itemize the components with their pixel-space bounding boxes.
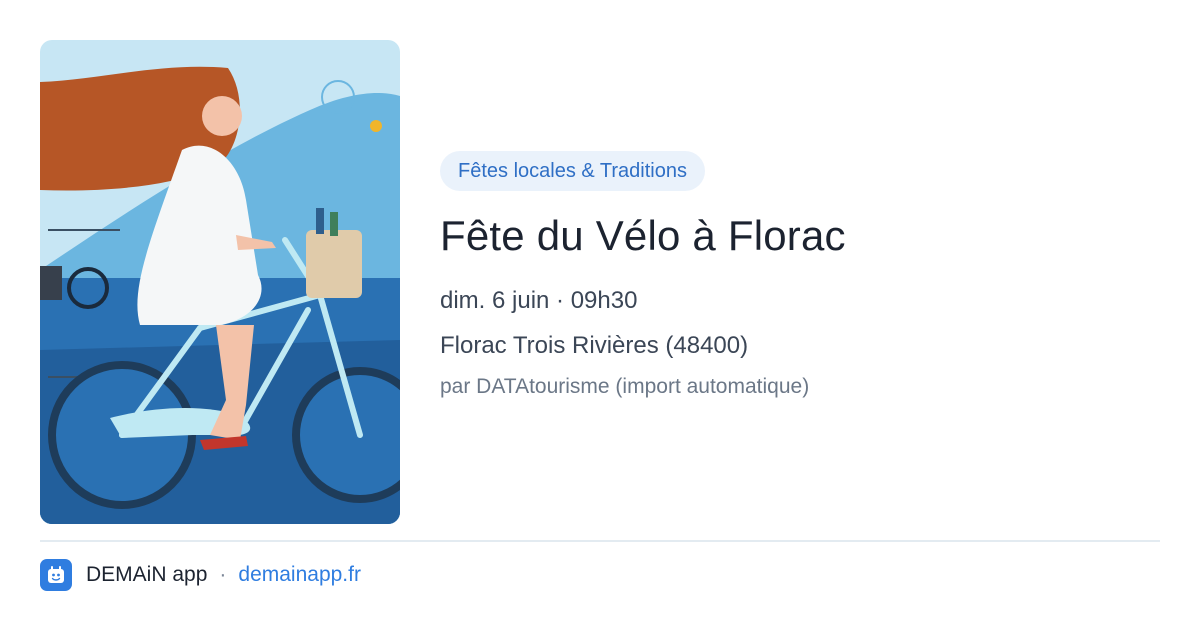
category-badge[interactable]: Fêtes locales & Traditions [440, 151, 705, 191]
event-title[interactable]: Fête du Vélo à Florac [440, 211, 1160, 261]
footer: DEMAiN app · demainapp.fr [40, 558, 361, 591]
footer-separator: · [219, 562, 227, 586]
event-location: Florac Trois Rivières (48400) [440, 332, 749, 359]
event-date: dim. 6 juin · 09h30 [440, 287, 638, 314]
app-name: DEMAiN app [86, 562, 208, 586]
event-image[interactable] [40, 40, 400, 524]
footer-divider [40, 540, 1160, 542]
event-source: par DATAtourisme (import automatique) [440, 375, 810, 398]
event-details: Fêtes locales & Traditions Fête du Vélo … [440, 151, 1160, 402]
cyclist-illustration [40, 40, 400, 524]
demain-app-logo-icon[interactable] [40, 558, 72, 591]
app-website-link[interactable]: demainapp.fr [238, 563, 361, 587]
